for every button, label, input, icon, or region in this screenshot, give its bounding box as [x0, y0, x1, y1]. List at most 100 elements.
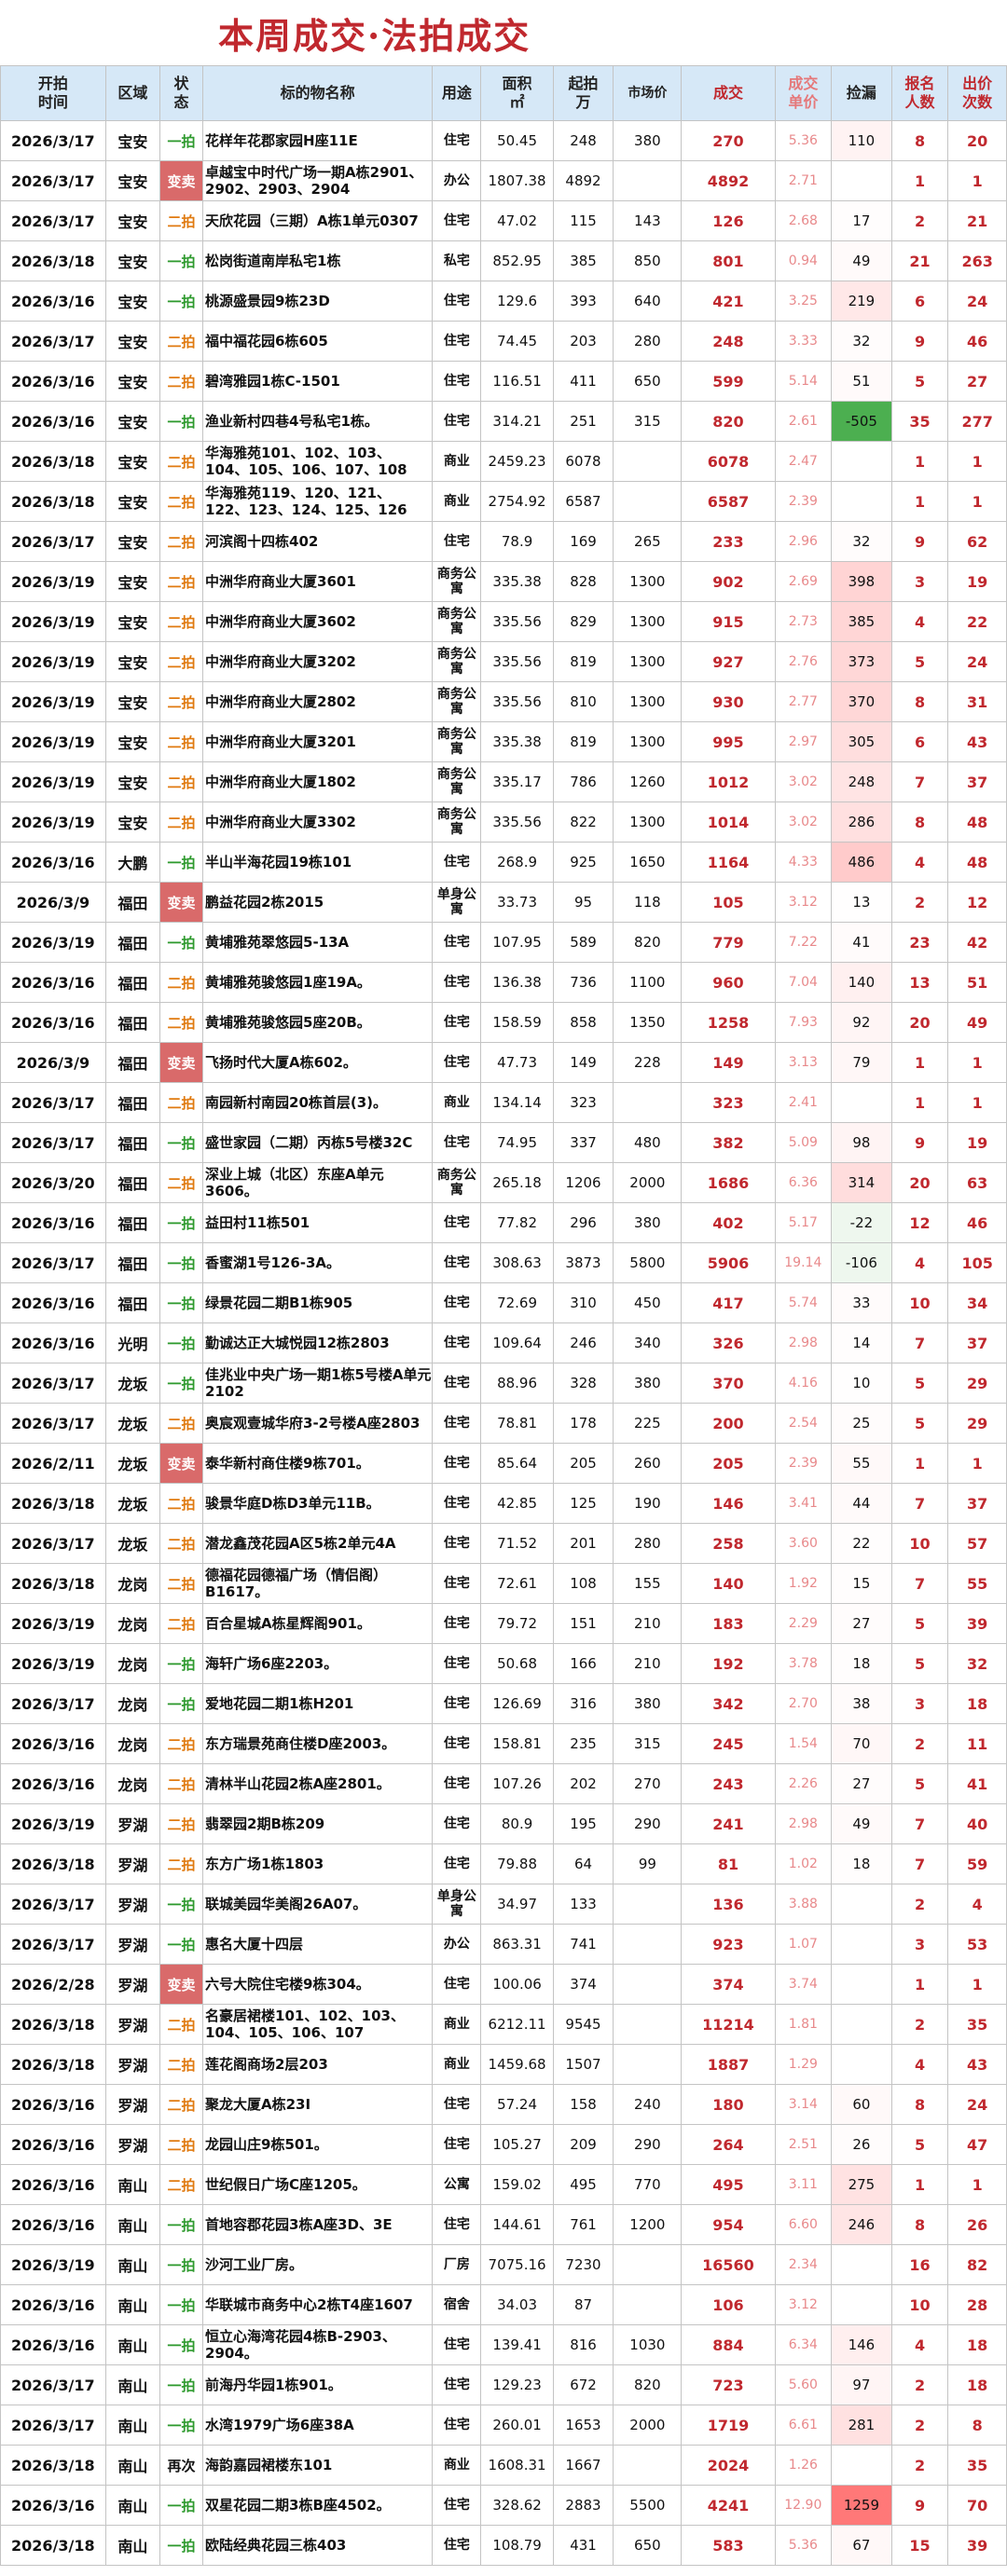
- cell-bids: 1: [947, 1042, 1007, 1083]
- cell-start: 411: [552, 361, 614, 402]
- cell-start: 9545: [552, 2004, 614, 2045]
- cell-name: 鹏益花园2栋2015: [202, 882, 434, 923]
- cell-size: 72.61: [480, 1563, 554, 1604]
- cell-status: 二拍: [159, 1843, 204, 1884]
- cell-date: 2026/3/16: [0, 2204, 106, 2245]
- cell-status: 二拍: [159, 1082, 204, 1123]
- cell-size: 78.81: [480, 1403, 554, 1444]
- cell-unit: 2.68: [774, 200, 833, 241]
- cell-bids: 4: [947, 1884, 1007, 1925]
- cell-market: [613, 1082, 683, 1123]
- cell-signups: 8: [890, 2084, 949, 2125]
- cell-bids: 41: [947, 1763, 1007, 1804]
- cell-start: 125: [552, 1483, 614, 1524]
- cell-use: 住宅: [432, 2084, 482, 2125]
- cell-bids: 1: [947, 1443, 1007, 1484]
- cell-size: 34.97: [480, 1884, 554, 1925]
- cell-discount: [831, 1884, 892, 1925]
- cell-area: 宝安: [104, 321, 161, 362]
- cell-area: 南山: [104, 2445, 161, 2486]
- table-row: 2026/3/19 宝安 二拍 中洲华府商业大厦2802 商务公寓 335.56 810 13…: [0, 681, 1007, 722]
- cell-area: 宝安: [104, 240, 161, 281]
- cell-area: 龙岗: [104, 1683, 161, 1724]
- cell-deal: 370: [681, 1363, 776, 1404]
- cell-signups: 1: [890, 441, 949, 482]
- cell-market: 315: [613, 1723, 683, 1764]
- cell-discount: 281: [831, 2405, 892, 2446]
- cell-size: 136.38: [480, 962, 554, 1003]
- cell-name: 莲花阁商场2层203: [202, 2044, 434, 2085]
- table-row: 2026/3/16 光明 一拍 勤诚达正大城悦园12栋2803 住宅 109.64 246 3…: [0, 1322, 1007, 1363]
- cell-name: 黄埔雅苑骏悠园5座20B。: [202, 1002, 434, 1043]
- cell-area: 宝安: [104, 361, 161, 402]
- table-row: 2026/3/17 宝安 变卖 卓越宝中时代广场一期A栋2901、2902、2903、…: [0, 160, 1007, 201]
- cell-area: 龙坂: [104, 1483, 161, 1524]
- cell-signups: 7: [890, 1483, 949, 1524]
- cell-date: 2026/3/16: [0, 281, 106, 322]
- table-row: 2026/3/16 南山 一拍 华联城市商务中心2栋T4座1607 宿舍 34.03 87 1…: [0, 2284, 1007, 2325]
- cell-status: 二拍: [159, 962, 204, 1003]
- cell-size: 1807.38: [480, 160, 554, 201]
- cell-bids: 43: [947, 2044, 1007, 2085]
- cell-size: 74.45: [480, 321, 554, 362]
- cell-name: 南园新村南园20栋首层(3)。: [202, 1082, 434, 1123]
- cell-size: 144.61: [480, 2204, 554, 2245]
- cell-start: 316: [552, 1683, 614, 1724]
- cell-unit: 6.60: [774, 2204, 833, 2245]
- cell-discount: [831, 2284, 892, 2325]
- cell-bids: 20: [947, 120, 1007, 161]
- cell-discount: 70: [831, 1723, 892, 1764]
- cell-use: 住宅: [432, 1443, 482, 1484]
- cell-bids: 62: [947, 521, 1007, 562]
- cell-market: [613, 2284, 683, 2325]
- cell-deal: 16560: [681, 2244, 776, 2285]
- cell-bids: 46: [947, 1202, 1007, 1243]
- cell-market: [613, 2004, 683, 2045]
- cell-deal: 180: [681, 2084, 776, 2125]
- cell-unit: 2.61: [774, 401, 833, 442]
- table-row: 2026/3/18 罗湖 二拍 东方广场1栋1803 住宅 79.88 64 99 81 1.02…: [0, 1843, 1007, 1884]
- cell-name: 佳兆业中央广场一期1栋5号楼A单元2102: [202, 1363, 434, 1404]
- cell-use: 商业: [432, 481, 482, 522]
- cell-size: 265.18: [480, 1162, 554, 1203]
- cell-use: 住宅: [432, 1683, 482, 1724]
- cell-bids: 46: [947, 321, 1007, 362]
- cell-market: 650: [613, 361, 683, 402]
- cell-signups: 7: [890, 1563, 949, 1604]
- cell-bids: 31: [947, 681, 1007, 722]
- cell-name: 中洲华府商业大厦3201: [202, 721, 434, 762]
- cell-date: 2026/3/16: [0, 2124, 106, 2165]
- cell-signups: 9: [890, 521, 949, 562]
- cell-area: 宝安: [104, 401, 161, 442]
- table-row: 2026/3/19 宝安 二拍 中洲华府商业大厦1802 商务公寓 335.17 786 12…: [0, 761, 1007, 802]
- cell-discount: 51: [831, 361, 892, 402]
- cell-date: 2026/3/17: [0, 321, 106, 362]
- cell-unit: 3.14: [774, 2084, 833, 2125]
- cell-signups: 13: [890, 962, 949, 1003]
- cell-date: 2026/3/19: [0, 641, 106, 682]
- cell-area: 龙岗: [104, 1763, 161, 1804]
- cell-size: 158.81: [480, 1723, 554, 1764]
- cell-start: 195: [552, 1803, 614, 1844]
- cell-start: 1507: [552, 2044, 614, 2085]
- cell-signups: 1: [890, 160, 949, 201]
- cell-status: 二拍: [159, 521, 204, 562]
- cell-name: 泰华新村商住楼9栋701。: [202, 1443, 434, 1484]
- table-row: 2026/3/16 南山 一拍 恒立心海湾花园4栋B-2903、2904。 住宅 139.…: [0, 2324, 1007, 2365]
- cell-signups: 5: [890, 1403, 949, 1444]
- cell-status: 变卖: [159, 1443, 204, 1484]
- cell-signups: 1: [890, 481, 949, 522]
- cell-use: 商务公寓: [432, 601, 482, 642]
- cell-unit: 2.51: [774, 2124, 833, 2165]
- cell-unit: 1.81: [774, 2004, 833, 2045]
- cell-area: 罗湖: [104, 2084, 161, 2125]
- cell-status: 二拍: [159, 721, 204, 762]
- cell-deal: 146: [681, 1483, 776, 1524]
- cell-status: 一拍: [159, 1322, 204, 1363]
- cell-deal: 1686: [681, 1162, 776, 1203]
- cell-discount: 370: [831, 681, 892, 722]
- cell-market: [613, 1884, 683, 1925]
- cell-name: 爱地花园二期1栋H201: [202, 1683, 434, 1724]
- cell-date: 2026/3/16: [0, 1763, 106, 1804]
- cell-status: 二拍: [159, 802, 204, 843]
